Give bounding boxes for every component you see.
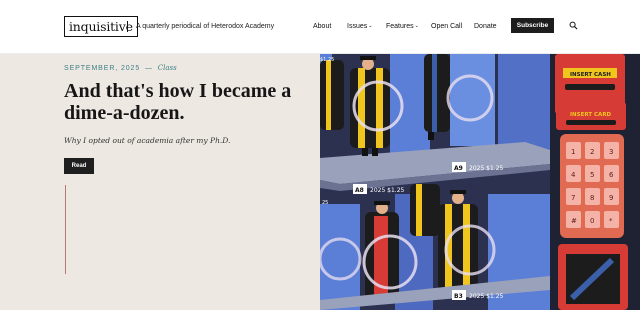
nav-issues-label: Issues — [347, 23, 368, 30]
keypad-key-label: 1 — [571, 148, 575, 156]
price-label: 2025 $1.25 — [469, 165, 504, 172]
slot-label: A9 — [454, 165, 463, 172]
keypad-key-label: # — [571, 217, 577, 225]
keypad-key-label: 0 — [590, 217, 594, 225]
graduate-figure — [438, 190, 478, 294]
article-dek: Why I opted out of academia after my Ph.… — [64, 136, 231, 145]
page-bottom-strip — [0, 310, 640, 328]
vending-machine-illustration: A9 2025 $1.25 A8 2025 $1.25 2 5 B3 2025 $… — [320, 54, 640, 310]
price-label: 2025 $1.25 — [469, 293, 504, 300]
keypad-key-label: 3 — [609, 148, 613, 156]
nav-about-label: About — [313, 23, 332, 30]
nav-about[interactable]: About — [313, 21, 331, 32]
site-tagline: A quarterly periodical of Heterodox Acad… — [136, 23, 275, 30]
kicker-dash: — — [145, 65, 153, 72]
hero-illustration: A9 2025 $1.25 A8 2025 $1.25 2 5 B3 2025 $… — [320, 54, 640, 310]
chevron-down-icon: ⌄ — [414, 23, 419, 29]
site-header: inquisitive A quarterly periodical of He… — [0, 0, 640, 54]
slot-label: B3 — [454, 293, 463, 300]
logo-divider — [127, 21, 128, 32]
keypad-key-label: * — [609, 217, 613, 225]
insert-cash-label: INSERT CASH — [570, 72, 611, 78]
graduate-figure — [365, 201, 399, 300]
keypad-key-label: 5 — [590, 171, 594, 179]
insert-card-label: INSERT CARD — [570, 112, 612, 118]
subscribe-button[interactable]: Subscribe — [511, 18, 554, 33]
article-category[interactable]: Class — [158, 64, 177, 72]
nav-open-call-label: Open Call — [431, 23, 463, 30]
search-icon[interactable] — [569, 21, 578, 30]
price-label: $1.25 — [320, 57, 334, 63]
nav-features-label: Features — [386, 23, 414, 30]
article-date: SEPTEMBER, 2025 — [64, 65, 141, 72]
keypad-key-label: 7 — [571, 194, 575, 202]
chevron-down-icon: ⌄ — [368, 23, 373, 29]
nav-donate[interactable]: Donate — [474, 21, 497, 32]
keypad-key-label: 9 — [609, 194, 613, 202]
nav-open-call[interactable]: Open Call — [431, 21, 462, 32]
slot-label: A8 — [355, 187, 364, 194]
article-headline[interactable]: And that's how I became a dime-a-dozen. — [64, 80, 314, 124]
article-kicker: SEPTEMBER, 2025 — Class — [64, 64, 177, 72]
price-label: 2025 $1.25 — [370, 187, 405, 194]
nav-donate-label: Donate — [474, 23, 497, 30]
graduate-figure — [350, 56, 390, 156]
nav-issues[interactable]: Issues⌄ — [347, 21, 372, 33]
keypad-key-label: 4 — [571, 171, 576, 179]
nav-features[interactable]: Features⌄ — [386, 21, 419, 33]
keypad-key-label: 6 — [609, 171, 614, 179]
read-button[interactable]: Read — [64, 158, 94, 174]
keypad-key-label: 2 — [590, 148, 594, 156]
keypad-key-label: 8 — [590, 194, 594, 202]
decorative-rule — [65, 185, 66, 274]
